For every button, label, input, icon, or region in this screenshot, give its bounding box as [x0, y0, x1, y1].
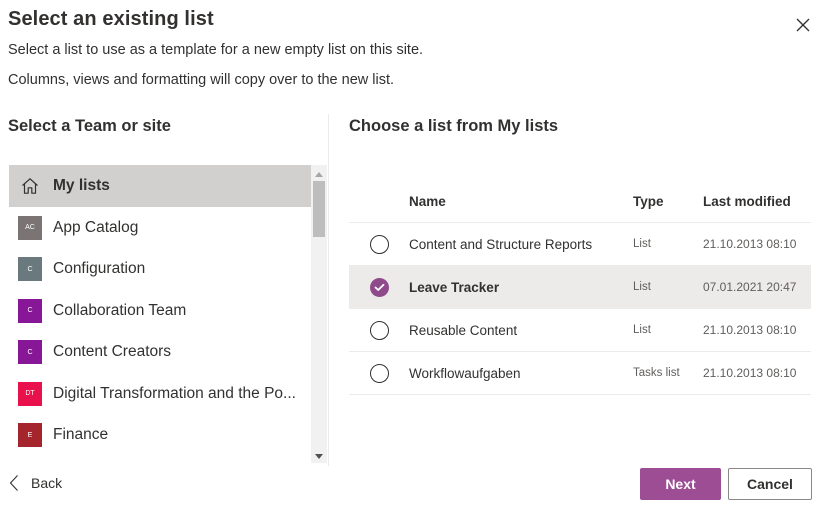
column-header-modified[interactable]: Last modified	[703, 194, 811, 209]
panel-divider	[328, 114, 329, 466]
site-item-content-creators[interactable]: C Content Creators	[9, 332, 311, 374]
table-row[interactable]: Workflowaufgaben Tasks list 21.10.2013 0…	[349, 352, 811, 395]
radio-button[interactable]	[369, 320, 389, 340]
site-badge: C	[18, 340, 42, 365]
site-badge: AC	[18, 215, 42, 240]
site-item-configuration[interactable]: C Configuration	[9, 249, 311, 291]
site-item-app-catalog[interactable]: AC App Catalog	[9, 207, 311, 249]
site-item-label: My lists	[53, 177, 110, 194]
radio-button-checked[interactable]	[369, 277, 389, 297]
back-label: Back	[31, 475, 63, 491]
back-button[interactable]: Back	[9, 474, 62, 492]
site-item-label: Collaboration Team	[53, 301, 187, 319]
site-item-label: Finance	[53, 426, 109, 444]
list-type: List	[633, 238, 651, 250]
site-item-collaboration-team[interactable]: C Collaboration Team	[9, 290, 311, 332]
site-badge: E	[18, 423, 42, 448]
table-row[interactable]: Content and Structure Reports List 21.10…	[349, 223, 811, 266]
list-name: Workflowaufgaben	[409, 365, 521, 381]
list-modified: 21.10.2013 08:10	[703, 366, 797, 380]
caret-down-icon	[315, 453, 323, 459]
site-list: My lists AC App Catalog C Configuration …	[9, 165, 311, 463]
home-icon	[18, 174, 42, 198]
list-type: List	[633, 324, 651, 336]
dialog-title: Select an existing list	[8, 8, 214, 30]
site-badge: DT	[18, 381, 42, 406]
site-badge: C	[18, 298, 42, 323]
list-type: List	[633, 281, 651, 293]
list-heading: Choose a list from My lists	[349, 117, 559, 135]
team-site-heading: Select a Team or site	[8, 117, 171, 135]
caret-up-icon	[315, 171, 323, 177]
chevron-left-icon	[9, 475, 18, 491]
table-header: Name Type Last modified	[349, 180, 811, 223]
list-table: Name Type Last modified Content and Stru…	[349, 180, 811, 395]
close-icon	[796, 18, 810, 32]
list-name: Leave Tracker	[409, 279, 500, 295]
list-modified: 21.10.2013 08:10	[703, 323, 797, 337]
list-name: Content and Structure Reports	[409, 236, 593, 252]
scroll-thumb[interactable]	[313, 181, 325, 237]
cancel-button[interactable]: Cancel	[728, 468, 812, 500]
next-button[interactable]: Next	[640, 468, 721, 500]
site-item-label: Content Creators	[53, 343, 172, 361]
site-list-scrollbar[interactable]	[311, 165, 327, 463]
table-row[interactable]: Reusable Content List 21.10.2013 08:10	[349, 309, 811, 352]
radio-button[interactable]	[369, 234, 389, 254]
site-item-label: Digital Transformation and the Po...	[53, 384, 296, 402]
dialog-subtitle-2: Columns, views and formatting will copy …	[8, 72, 395, 88]
list-type: Tasks list	[633, 367, 680, 379]
scroll-up-button[interactable]	[311, 169, 327, 179]
site-item-label: App Catalog	[53, 218, 139, 236]
site-item-my-lists[interactable]: My lists	[9, 165, 311, 207]
list-modified: 21.10.2013 08:10	[703, 237, 797, 251]
dialog-subtitle-1: Select a list to use as a template for a…	[8, 42, 424, 58]
table-row-selected[interactable]: Leave Tracker List 07.01.2021 20:47	[349, 266, 811, 309]
site-item-finance[interactable]: E Finance	[9, 415, 311, 457]
list-modified: 07.01.2021 20:47	[703, 280, 797, 294]
close-button[interactable]	[794, 16, 812, 34]
site-item-label: Configuration	[53, 260, 146, 278]
column-header-type[interactable]: Type	[633, 194, 703, 209]
radio-button[interactable]	[369, 363, 389, 383]
checkmark-icon	[374, 283, 384, 291]
site-item-digital-transformation[interactable]: DT Digital Transformation and the Po...	[9, 373, 311, 415]
column-header-name[interactable]: Name	[409, 194, 633, 209]
site-badge: C	[18, 257, 42, 282]
scroll-down-button[interactable]	[311, 451, 327, 461]
list-name: Reusable Content	[409, 322, 518, 338]
